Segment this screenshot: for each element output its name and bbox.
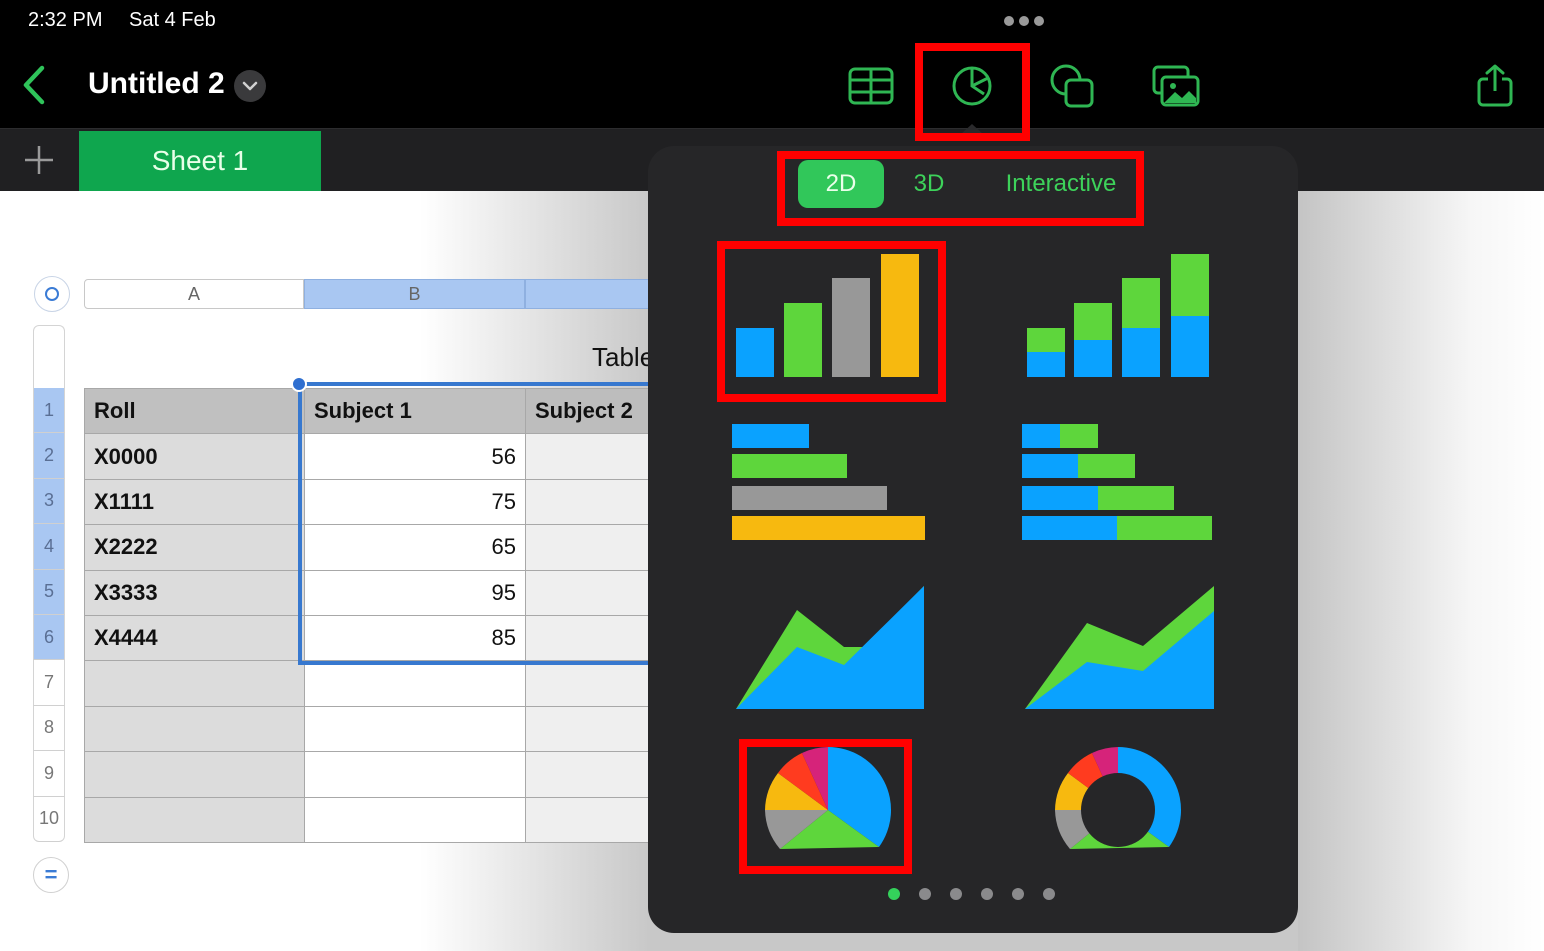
tab-3d[interactable]: 3D (884, 160, 974, 208)
chart-dimension-tabs: 2D 3D Interactive (798, 160, 1148, 208)
canvas-margin (1298, 191, 1544, 951)
circle-icon (45, 287, 59, 301)
insert-media-button[interactable] (1148, 58, 1204, 114)
row-header[interactable]: 7 (33, 660, 65, 706)
page-dot-3[interactable] (950, 888, 962, 900)
share-button[interactable] (1467, 58, 1523, 114)
cell[interactable]: X2222 (84, 524, 305, 571)
pie-chart-icon (952, 66, 992, 106)
chart-type-2d-stacked-area[interactable] (1018, 576, 1228, 716)
page-dot-5[interactable] (1012, 888, 1024, 900)
cell[interactable] (84, 796, 305, 843)
cell[interactable] (304, 796, 526, 843)
status-time: 2:32 PM (28, 9, 103, 31)
equals-icon: = (44, 862, 58, 887)
status-date: Sat 4 Feb (129, 9, 216, 31)
cell[interactable] (84, 751, 305, 798)
row-header[interactable]: 9 (33, 751, 65, 797)
row-header[interactable]: 8 (33, 705, 65, 752)
row-header[interactable]: 10 (33, 796, 65, 842)
page-dot-2[interactable] (919, 888, 931, 900)
row-header[interactable]: 6 (33, 614, 65, 661)
table-header-row: Roll Subject 1 Subject 2 (84, 387, 726, 435)
document-title[interactable]: Untitled 2 (88, 67, 225, 101)
column-bar-yellow-icon (881, 254, 919, 377)
cell[interactable]: 56 (304, 433, 526, 480)
photo-icon (1152, 65, 1200, 107)
row-header[interactable]: 1 (33, 388, 65, 434)
cell[interactable] (304, 751, 526, 798)
data-table: Roll Subject 1 Subject 2 X0000 56 X1111 75… (84, 387, 726, 843)
chart-type-2d-donut[interactable] (1048, 746, 1198, 866)
table-row: X4444 85 (84, 614, 726, 662)
chart-type-2d-area[interactable] (728, 576, 938, 716)
cell[interactable]: X4444 (84, 614, 305, 662)
insert-shape-button[interactable] (1044, 58, 1100, 114)
cell[interactable]: X3333 (84, 569, 305, 616)
page-dot-4[interactable] (981, 888, 993, 900)
page-dot-1[interactable] (888, 888, 900, 900)
row-header[interactable]: 5 (33, 569, 65, 615)
share-icon (1477, 64, 1513, 107)
cell[interactable]: 85 (304, 614, 526, 662)
chevron-down-icon (242, 81, 258, 91)
column-header-b[interactable]: B (304, 279, 525, 309)
table-icon (848, 67, 894, 105)
row-header[interactable]: 2 (33, 433, 65, 479)
table-row (84, 751, 726, 798)
chart-type-2d-column[interactable] (728, 246, 938, 386)
table-row: X2222 65 (84, 524, 726, 571)
chart-type-2d-stacked-bar[interactable] (1018, 416, 1228, 546)
add-sheet-button[interactable] (0, 129, 78, 191)
table-row: X0000 56 (84, 433, 726, 480)
page-indicator (888, 888, 1055, 900)
cell[interactable]: X0000 (84, 433, 305, 480)
tab-interactive[interactable]: Interactive (974, 160, 1148, 208)
select-table-button[interactable] (34, 276, 70, 312)
column-headers: A B C (84, 279, 675, 309)
cell[interactable] (304, 705, 526, 753)
insert-chart-button[interactable] (944, 58, 1000, 114)
column-bar-gray-icon (832, 278, 870, 377)
cell[interactable] (304, 660, 526, 707)
sheet-tab-1[interactable]: Sheet 1 (79, 131, 321, 191)
table-title[interactable]: Table (592, 342, 654, 373)
chart-type-2d-bar[interactable] (728, 416, 938, 546)
header-cell[interactable]: Roll (84, 387, 305, 435)
column-bar-blue-icon (736, 328, 774, 377)
table-row: X3333 95 (84, 569, 726, 616)
row-headers: 1 2 3 4 5 6 7 8 9 10 (33, 325, 65, 842)
row-header[interactable]: 4 (33, 524, 65, 570)
title-menu-button[interactable] (234, 70, 266, 102)
page-dot-6[interactable] (1043, 888, 1055, 900)
cell[interactable]: X1111 (84, 478, 305, 526)
cell[interactable]: 95 (304, 569, 526, 616)
popover-arrow (961, 124, 983, 134)
multitasking-menu[interactable] (1004, 16, 1044, 26)
chart-type-2d-pie[interactable] (758, 746, 908, 866)
cell[interactable] (84, 660, 305, 707)
chart-type-2d-stacked-column[interactable] (1018, 246, 1228, 386)
plus-icon (25, 146, 53, 174)
column-bar-green-icon (784, 303, 822, 377)
table-row: X1111 75 (84, 478, 726, 526)
cell[interactable] (84, 705, 305, 753)
cell[interactable]: 65 (304, 524, 526, 571)
selection-handle[interactable] (291, 376, 307, 392)
chart-picker-popover: 2D 3D Interactive (648, 146, 1298, 933)
insert-table-button[interactable] (843, 58, 899, 114)
back-chevron-icon (23, 65, 45, 105)
table-row (84, 705, 726, 753)
table-row (84, 660, 726, 707)
row-header[interactable]: 3 (33, 478, 65, 525)
back-button[interactable] (18, 64, 52, 106)
cell[interactable]: 75 (304, 478, 526, 526)
shapes-icon (1050, 64, 1094, 108)
table-row (84, 796, 726, 843)
header-cell[interactable]: Subject 1 (304, 387, 526, 435)
column-header-a[interactable]: A (84, 279, 304, 309)
tab-2d[interactable]: 2D (798, 160, 884, 208)
add-row-button[interactable]: = (33, 857, 69, 893)
